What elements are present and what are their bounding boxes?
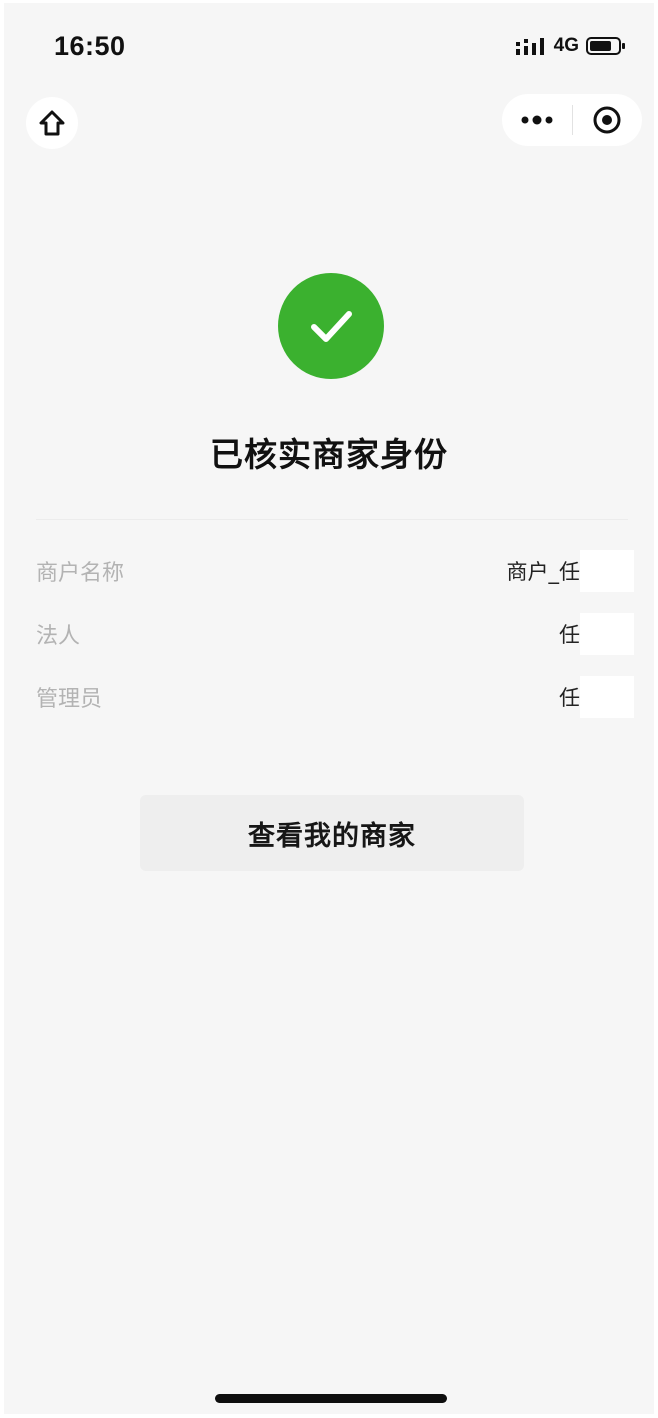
phone-screen: 16:50 4G 已核实商家身份 商户名称 商户_任 法人 任 管理员 任 查看… — [4, 3, 654, 1414]
legal-person-text: 任 — [559, 623, 580, 647]
redaction-mask — [580, 676, 634, 718]
miniapp-capsule — [502, 94, 642, 146]
more-button[interactable] — [502, 94, 572, 146]
status-indicators: 4G — [515, 34, 626, 58]
status-time: 16:50 — [54, 31, 126, 61]
section-divider — [36, 519, 628, 520]
view-my-merchant-button[interactable]: 查看我的商家 — [140, 795, 524, 871]
target-circle-icon — [593, 106, 621, 134]
network-label: 4G — [553, 35, 579, 56]
merchant-name-value: 商户_任 — [506, 550, 634, 592]
admin-value: 任 — [559, 676, 634, 718]
home-indicator[interactable] — [215, 1394, 447, 1403]
info-row-merchant-name: 商户名称 商户_任 — [36, 550, 634, 592]
success-badge — [278, 273, 384, 379]
home-button[interactable] — [26, 97, 78, 149]
redaction-mask — [580, 550, 634, 592]
legal-person-label: 法人 — [36, 624, 81, 649]
info-row-legal-person: 法人 任 — [36, 613, 634, 655]
check-icon — [311, 311, 352, 342]
home-icon — [39, 110, 65, 136]
battery-icon — [586, 37, 625, 55]
admin-label: 管理员 — [36, 687, 103, 712]
close-miniapp-button[interactable] — [573, 94, 643, 146]
more-dots-icon — [521, 115, 553, 125]
result-title: 已核实商家身份 — [210, 435, 448, 474]
redaction-mask — [580, 613, 634, 655]
merchant-name-text: 商户_任 — [506, 560, 581, 584]
info-row-admin: 管理员 任 — [36, 676, 634, 718]
admin-text: 任 — [559, 686, 580, 710]
legal-person-value: 任 — [559, 613, 634, 655]
signal-icon — [515, 38, 544, 55]
merchant-name-label: 商户名称 — [36, 561, 125, 586]
